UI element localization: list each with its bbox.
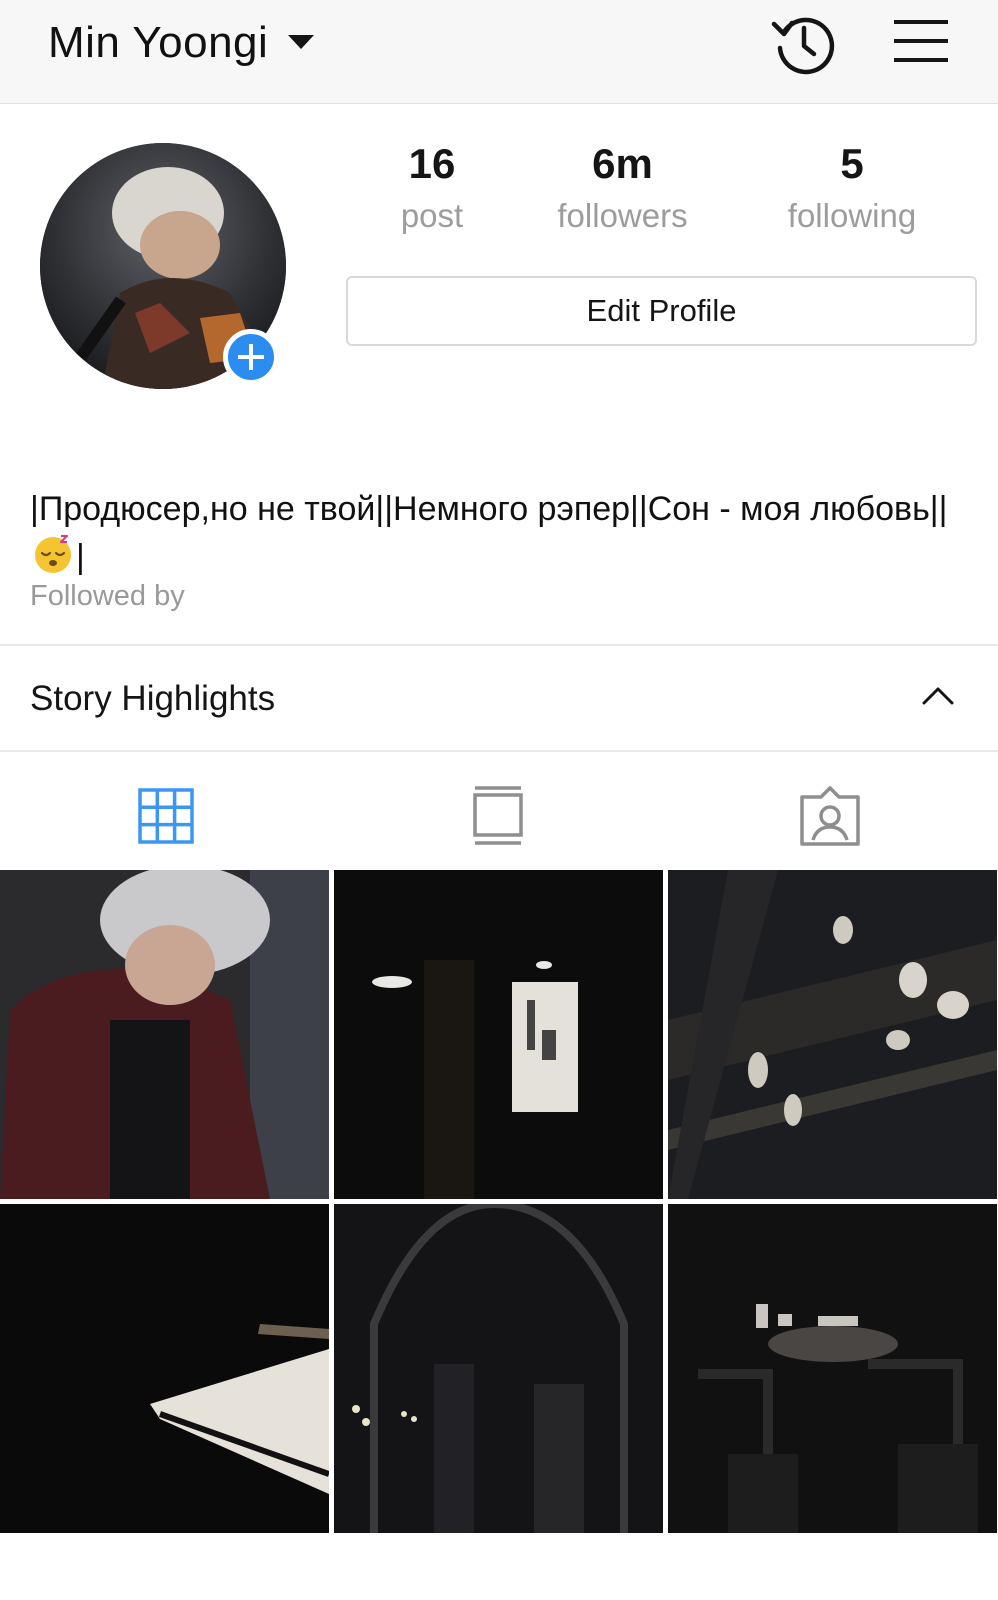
menu-icon[interactable] [894, 18, 948, 64]
profile-avatar-container [40, 143, 286, 389]
edit-profile-button[interactable]: Edit Profile [346, 276, 977, 346]
following-count-value: 5 [840, 140, 864, 187]
bio-text: |Продюсер,но не твой||Немного рэпер||Сон… [30, 490, 948, 528]
story-highlights-toggle[interactable]: Story Highlights [0, 647, 998, 751]
profile-username: Min Yoongi [48, 18, 269, 67]
post-image [334, 870, 663, 1199]
sleeping-face-icon [35, 535, 71, 573]
tab-igtv[interactable] [332, 762, 664, 870]
igtv-icon [473, 786, 523, 845]
post-image [668, 1204, 997, 1533]
post-thumbnail[interactable] [0, 1204, 329, 1533]
post-thumbnail[interactable] [334, 870, 663, 1199]
post-image [668, 870, 997, 1199]
profile-bio: |Продюсер,но не твой||Немного рэпер||Сон… [30, 486, 960, 580]
followed-by-text[interactable]: Followed by [30, 580, 185, 613]
chevron-up-icon [922, 687, 954, 705]
followers-count-label: followers [557, 197, 688, 234]
followers-count-value: 6m [592, 140, 653, 187]
post-image [0, 1204, 329, 1533]
tagged-icon [800, 786, 860, 846]
add-story-button[interactable] [223, 329, 279, 385]
post-image [334, 1204, 663, 1533]
account-switcher[interactable]: Min Yoongi [48, 18, 315, 68]
followers-count[interactable]: 6m followers [530, 140, 715, 238]
post-thumbnail[interactable] [0, 870, 329, 1199]
top-bar: Min Yoongi [0, 0, 998, 104]
profile-screen: Min Yoongi 16 post 6m followers 5 follow… [0, 0, 998, 1600]
following-count[interactable]: 5 following [762, 140, 942, 238]
posts-count[interactable]: 16 post [362, 140, 502, 238]
post-thumbnail[interactable] [668, 1204, 997, 1533]
plus-icon [238, 344, 264, 370]
post-thumbnail[interactable] [334, 1204, 663, 1533]
tab-grid[interactable] [0, 762, 332, 870]
post-thumbnail[interactable] [668, 870, 997, 1199]
posts-count-value: 16 [408, 140, 456, 187]
bio-text-end: | [76, 538, 85, 576]
tab-tagged[interactable] [664, 762, 996, 870]
following-count-label: following [787, 197, 917, 234]
divider [0, 644, 998, 646]
post-image [0, 870, 329, 1199]
story-highlights-title: Story Highlights [30, 679, 276, 718]
divider [0, 750, 998, 752]
history-icon[interactable] [770, 10, 836, 76]
grid-icon [138, 788, 194, 844]
chevron-down-icon [288, 35, 315, 49]
posts-count-label: post [400, 197, 464, 234]
